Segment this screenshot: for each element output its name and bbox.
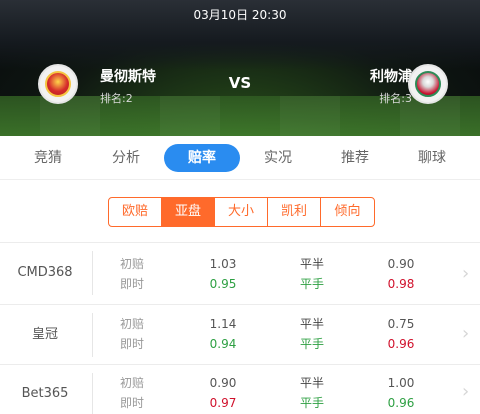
pitch-stripe xyxy=(160,96,220,136)
tab-odds[interactable]: 赔率 xyxy=(164,144,240,172)
initial-label: 初赔 xyxy=(120,376,145,390)
live-away-odds: 0.96 xyxy=(387,396,415,410)
live-away-odds: 0.96 xyxy=(387,337,415,351)
initial-home-odds: 1.14 xyxy=(209,317,237,331)
odds-type-european[interactable]: 欧赔 xyxy=(109,198,162,226)
initial-label: 初赔 xyxy=(120,317,145,331)
odds-row[interactable]: CMD368 初赔 1.03 平半 0.90 即时 0.95 平手 0.98 › xyxy=(0,243,480,303)
match-datetime: 03月10日 20:30 xyxy=(193,8,287,22)
initial-home-odds: 1.03 xyxy=(209,257,237,271)
live-home-odds: 0.97 xyxy=(209,396,237,410)
odds-type-asian[interactable]: 亚盘 xyxy=(162,198,215,226)
initial-home-odds: 0.90 xyxy=(209,376,237,390)
chevron-right-icon: › xyxy=(462,263,470,284)
live-label: 即时 xyxy=(120,337,145,351)
live-handicap: 平手 xyxy=(300,277,325,291)
column-divider xyxy=(92,251,93,295)
live-handicap: 平手 xyxy=(300,396,325,410)
initial-away-odds: 0.90 xyxy=(387,257,415,271)
odds-type-kelly[interactable]: 凯利 xyxy=(268,198,321,226)
bookmaker-name: 皇冠 xyxy=(31,327,58,342)
pitch-stripe xyxy=(280,96,340,136)
odds-row[interactable]: Bet365 初赔 0.90 平半 1.00 即时 0.97 平手 0.96 › xyxy=(0,365,480,414)
bookmaker-name: Bet365 xyxy=(21,386,69,401)
away-team-rank: 排名:3 xyxy=(379,92,412,105)
live-home-odds: 0.94 xyxy=(209,337,237,351)
odds-row[interactable]: 皇冠 初赔 1.14 平半 0.75 即时 0.94 平手 0.96 › xyxy=(0,305,480,365)
tab-guess[interactable]: 竞猜 xyxy=(20,144,76,172)
match-header: 03月10日 20:30 曼彻斯特 排名:2 VS 利物浦 排名:3 xyxy=(0,0,480,136)
away-team-logo[interactable] xyxy=(408,64,448,104)
live-away-odds: 0.98 xyxy=(387,277,415,291)
initial-label: 初赔 xyxy=(120,257,145,271)
bookmaker-name: CMD368 xyxy=(17,265,73,280)
live-handicap: 平手 xyxy=(300,337,325,351)
odds-type-tendency[interactable]: 倾向 xyxy=(321,198,374,226)
live-home-odds: 0.95 xyxy=(209,277,237,291)
odds-type-selector: 欧赔 亚盘 大小 凯利 倾向 xyxy=(108,197,375,227)
odds-type-over-under[interactable]: 大小 xyxy=(215,198,268,226)
initial-away-odds: 0.75 xyxy=(387,317,415,331)
live-label: 即时 xyxy=(120,277,145,291)
chevron-right-icon: › xyxy=(462,381,470,402)
tab-recommend[interactable]: 推荐 xyxy=(327,144,383,172)
tab-chat[interactable]: 聊球 xyxy=(404,144,460,172)
away-team-name[interactable]: 利物浦 xyxy=(370,66,412,86)
initial-handicap: 平半 xyxy=(300,317,325,331)
initial-away-odds: 1.00 xyxy=(387,376,415,390)
main-tabs: 竞猜 分析 赔率 实况 推荐 聊球 xyxy=(0,136,480,180)
live-label: 即时 xyxy=(120,396,145,410)
tab-live[interactable]: 实况 xyxy=(250,144,306,172)
crest-icon xyxy=(415,71,441,97)
initial-handicap: 平半 xyxy=(300,257,325,271)
column-divider xyxy=(92,313,93,357)
home-team-rank: 排名:2 xyxy=(100,92,133,105)
initial-handicap: 平半 xyxy=(300,376,325,390)
chevron-right-icon: › xyxy=(462,323,470,344)
column-divider xyxy=(92,373,93,414)
tab-analysis[interactable]: 分析 xyxy=(98,144,154,172)
